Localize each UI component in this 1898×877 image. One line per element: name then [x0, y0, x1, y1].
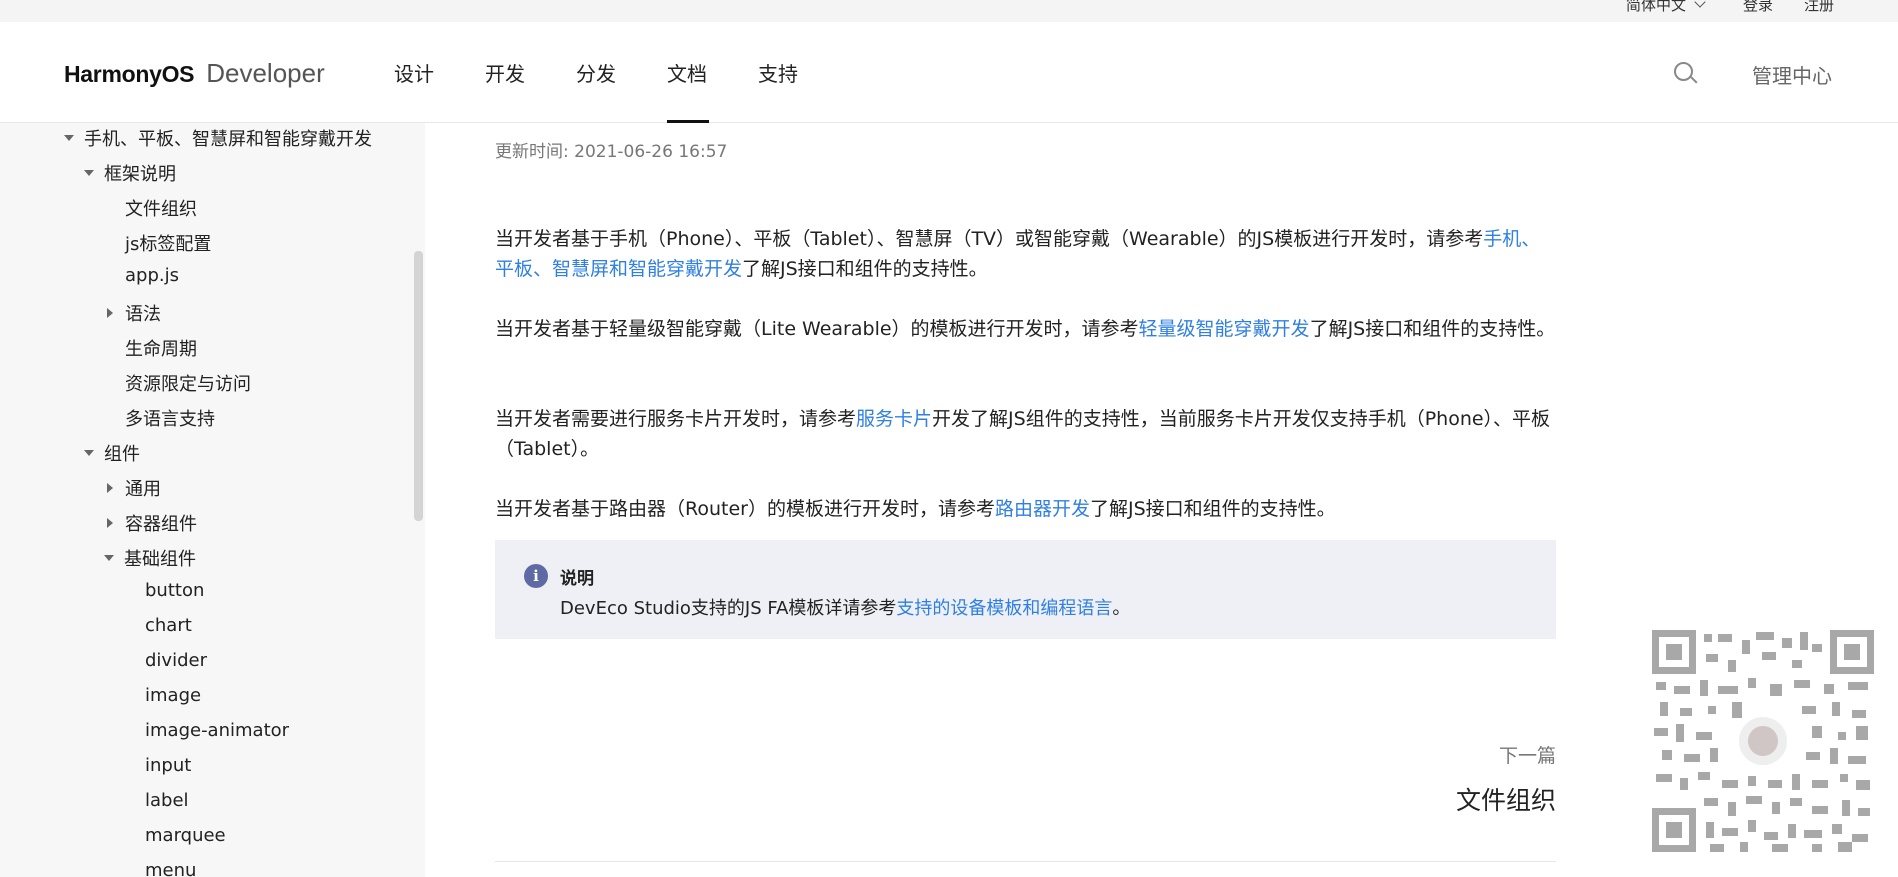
- collapsed-caret-icon: [107, 518, 113, 528]
- paragraph-router: 当开发者基于路由器（Router）的模板进行开发时，请参考路由器开发了解JS接口…: [495, 498, 1336, 520]
- admin-center-link[interactable]: 管理中心: [1752, 60, 1832, 89]
- sidebar-item-marquee[interactable]: marquee: [145, 825, 226, 846]
- nav-docs[interactable]: 文档: [667, 58, 758, 123]
- nav-support[interactable]: 支持: [758, 58, 849, 123]
- logo-suffix: Developer: [206, 58, 325, 88]
- note-box: i 说明 DevEco Studio支持的JS FA模板详请参考支持的设备模板和…: [495, 540, 1556, 639]
- sidebar-item-container[interactable]: 容器组件: [107, 510, 197, 536]
- top-utility-bar: 简体中文 登录 注册: [0, 0, 1898, 22]
- sidebar-item-image[interactable]: image: [145, 685, 201, 706]
- sidebar-item-lifecycle[interactable]: 生命周期: [125, 335, 197, 361]
- paragraph-service-card: 当开发者需要进行服务卡片开发时，请参考服务卡片开发了解JS组件的支持性，当前服务…: [495, 408, 1551, 460]
- link-router-dev[interactable]: 路由器开发: [995, 498, 1090, 520]
- chevron-down-icon: [1694, 0, 1706, 8]
- main-nav: 设计 开发 分发 文档 支持: [394, 58, 849, 123]
- sidebar-item-components[interactable]: 组件: [84, 440, 140, 466]
- info-icon: i: [524, 564, 548, 588]
- language-label: 简体中文: [1626, 0, 1687, 14]
- collapsed-caret-icon: [107, 308, 113, 318]
- qr-code-icon: [1652, 630, 1874, 852]
- nav-distribute[interactable]: 分发: [576, 58, 667, 123]
- sidebar-scrollbar[interactable]: [414, 251, 423, 521]
- expanded-caret-icon: [84, 170, 94, 176]
- doc-sidebar: 手机、平板、智慧屏和智能穿戴开发 框架说明 文件组织 js标签配置 app.js…: [0, 123, 425, 877]
- paragraph-lite-wearable: 当开发者基于轻量级智能穿戴（Lite Wearable）的模板进行开发时，请参考…: [495, 318, 1556, 340]
- note-text: DevEco Studio支持的JS FA模板详请参考支持的设备模板和编程语言。: [560, 598, 1131, 619]
- login-link[interactable]: 登录: [1743, 0, 1773, 15]
- note-title: 说明: [560, 569, 594, 589]
- updated-time: 更新时间: 2021-06-26 16:57: [495, 142, 728, 162]
- sidebar-item-common[interactable]: 通用: [107, 475, 161, 501]
- site-header: HarmonyOS Developer 设计 开发 分发 文档 支持 管理中心: [0, 22, 1898, 123]
- harmonyos-developer-logo[interactable]: HarmonyOS Developer: [64, 58, 325, 89]
- sidebar-item-js-tag[interactable]: js标签配置: [125, 230, 211, 256]
- sidebar-item-image-animator[interactable]: image-animator: [145, 720, 289, 741]
- link-service-card[interactable]: 服务卡片: [856, 408, 932, 430]
- nav-develop[interactable]: 开发: [485, 58, 576, 123]
- nav-design[interactable]: 设计: [394, 58, 485, 123]
- collapsed-caret-icon: [107, 483, 113, 493]
- sidebar-item-label[interactable]: label: [145, 790, 189, 811]
- search-icon[interactable]: [1674, 62, 1698, 86]
- sidebar-item-appjs[interactable]: app.js: [125, 265, 179, 286]
- sidebar-item-framework[interactable]: 框架说明: [84, 160, 176, 186]
- sidebar-item-menu[interactable]: menu: [145, 860, 196, 877]
- logo-brand: HarmonyOS: [64, 61, 195, 87]
- sidebar-item-file-org[interactable]: 文件组织: [125, 195, 197, 221]
- content-divider: [495, 861, 1556, 862]
- expanded-caret-icon: [64, 135, 74, 141]
- sidebar-item-syntax[interactable]: 语法: [107, 300, 161, 326]
- paragraph-phone: 当开发者基于手机（Phone）、平板（Tablet）、智慧屏（TV）或智能穿戴（…: [495, 228, 1541, 280]
- sidebar-item-chart[interactable]: chart: [145, 615, 192, 636]
- expanded-caret-icon: [104, 555, 114, 561]
- expanded-caret-icon: [84, 450, 94, 456]
- sidebar-item-resource[interactable]: 资源限定与访问: [125, 370, 251, 396]
- sidebar-item-input[interactable]: input: [145, 755, 191, 776]
- language-selector[interactable]: 简体中文: [1626, 0, 1706, 15]
- sidebar-item-divider[interactable]: divider: [145, 650, 207, 671]
- next-article-link[interactable]: 文件组织: [1356, 781, 1556, 817]
- sidebar-item-i18n[interactable]: 多语言支持: [125, 405, 215, 431]
- next-article-label: 下一篇: [1498, 745, 1556, 767]
- sidebar-item-basic[interactable]: 基础组件: [104, 545, 196, 571]
- sidebar-item-button[interactable]: button: [145, 580, 204, 601]
- sidebar-item-phone-tablet-dev[interactable]: 手机、平板、智慧屏和智能穿戴开发: [64, 125, 372, 151]
- link-lite-wearable[interactable]: 轻量级智能穿戴开发: [1139, 318, 1310, 340]
- link-device-templates[interactable]: 支持的设备模板和编程语言: [896, 598, 1112, 619]
- register-link[interactable]: 注册: [1804, 0, 1834, 15]
